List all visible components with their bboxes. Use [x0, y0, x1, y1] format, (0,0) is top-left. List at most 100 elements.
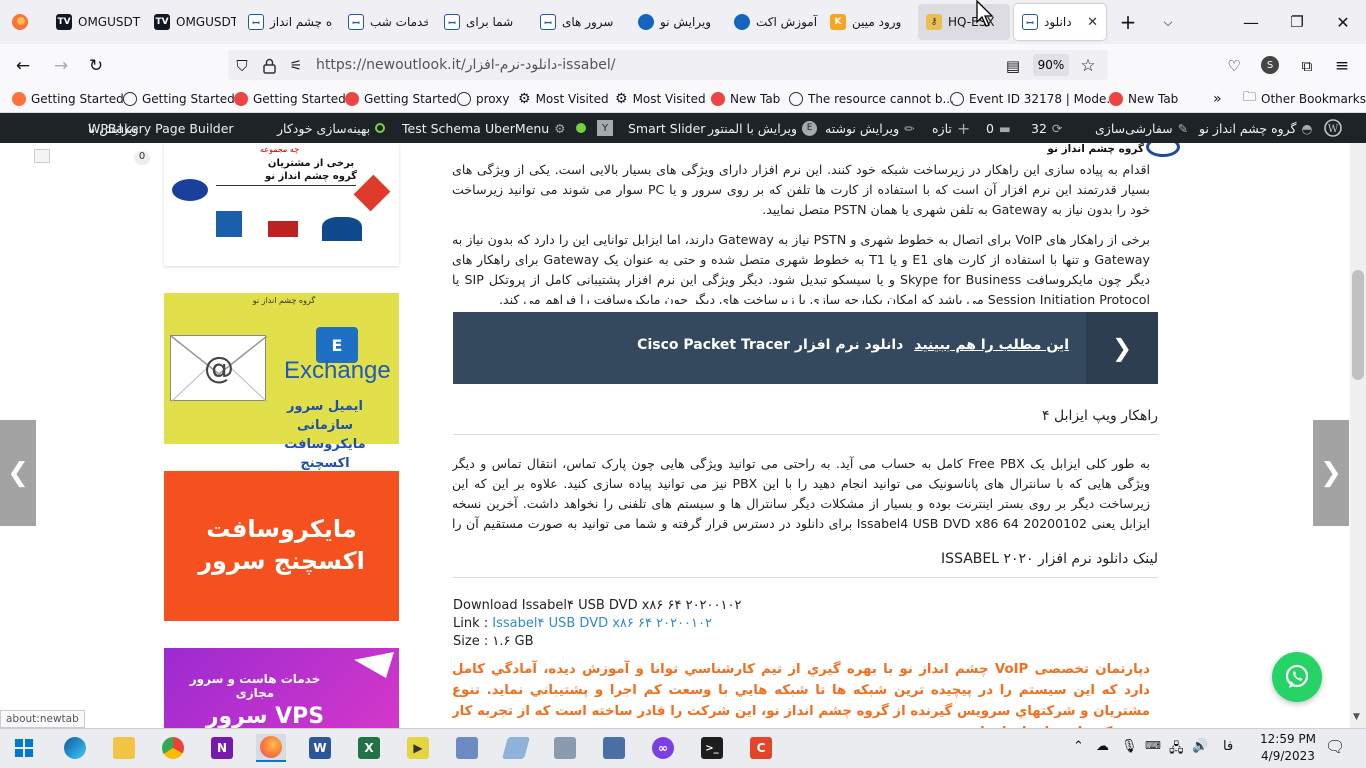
wp-elementor[interactable]: ویرایش با المنتور E	[708, 113, 818, 143]
file-explorer-icon[interactable]	[109, 734, 139, 762]
wp-new[interactable]: تازه +	[932, 113, 970, 143]
bookmark-11[interactable]: New Tab	[1109, 90, 1178, 108]
tab-11-active[interactable]: ꟷ دانلود ✕	[1014, 4, 1106, 40]
windows-start-icon[interactable]	[9, 734, 39, 762]
wp-test-schema[interactable]: Test Schema	[402, 113, 481, 143]
ime-icon[interactable]: ⌨	[1145, 739, 1161, 752]
tab-8[interactable]: آموزش اکت	[726, 4, 818, 40]
firefox-view-icon[interactable]	[9, 11, 31, 33]
back-icon[interactable]: ←	[12, 55, 34, 77]
microphone-icon[interactable]: 🎙	[1121, 739, 1138, 754]
reload-icon[interactable]: ↻	[85, 55, 107, 77]
edge-icon: ꟷ	[444, 14, 460, 30]
tab-title: ویرایش نو	[660, 15, 712, 29]
tab-6[interactable]: ꟷ سرور های	[532, 4, 622, 40]
whatsapp-button[interactable]	[1272, 652, 1322, 702]
word-icon[interactable]: W	[305, 734, 335, 762]
network-icon[interactable]: 🖧	[1169, 739, 1184, 761]
wp-smart-slider[interactable]: Smart Slider	[628, 113, 705, 143]
scroll-down-icon[interactable]: ▼	[1353, 712, 1360, 722]
see-also-link[interactable]: دانلود نرم افزار Cisco Packet Tracer	[637, 337, 903, 353]
tab-5[interactable]: ꟷ شما برای	[436, 4, 524, 40]
edge-icon[interactable]	[60, 734, 90, 762]
lock-icon[interactable]	[258, 55, 280, 77]
tray-chevron-icon[interactable]: ⌃	[1073, 739, 1084, 754]
account-avatar[interactable]: S	[1261, 56, 1279, 74]
new-tab-icon[interactable]: +	[1117, 10, 1139, 34]
language-indicator[interactable]: فا	[1223, 739, 1233, 754]
chrome-icon[interactable]	[158, 734, 188, 762]
download-link[interactable]: Issabel۴ USB DVD x۸۶ ۶۴ ۲۰۲۰۰۱۰۲	[492, 616, 712, 631]
other-bookmarks[interactable]: 🗀 Other Bookmarks	[1243, 90, 1366, 108]
tab-3[interactable]: ꟷ گروه چشم انداز	[240, 4, 332, 40]
wp-customize[interactable]: سفارشی‌سازی ✎	[1095, 113, 1188, 143]
network-tool-icon[interactable]	[452, 734, 482, 762]
next-slide-arrow[interactable]: ❯	[1313, 420, 1349, 526]
tab-list-chevron-icon[interactable]: ⌵	[1157, 11, 1179, 33]
bookmark-2[interactable]: Getting Started	[123, 90, 235, 108]
bookmark-6[interactable]: ⚙ Most Visited	[518, 90, 609, 108]
wp-seo-auto[interactable]: بهینه‌سازی خودکار	[277, 113, 386, 143]
wp-updates[interactable]: 32 ⟳	[1031, 113, 1062, 143]
clock[interactable]: 12:59 PM 4/9/2023	[1256, 731, 1320, 765]
terminal-icon[interactable]: >_	[697, 734, 727, 762]
pocket-icon[interactable]: ♡	[1223, 55, 1245, 77]
tab-10[interactable]: ⚷ HQ-ESX	[918, 4, 1010, 40]
bookmark-3[interactable]: Getting Started	[234, 90, 346, 108]
forward-icon[interactable]: →	[50, 55, 72, 77]
shield-icon[interactable]: ⛉	[231, 55, 253, 77]
bookmark-1[interactable]: Getting Started	[12, 90, 124, 108]
network-monitor-icon[interactable]	[599, 734, 629, 762]
wp-site-name[interactable]: گروه چشم انداز نو ◓	[1199, 113, 1312, 143]
more-bookmarks-chevron-icon[interactable]: »	[1213, 90, 1222, 108]
menu-icon[interactable]: ≡	[1331, 55, 1353, 77]
bookmark-5[interactable]: proxy	[457, 90, 509, 108]
red-app-icon[interactable]: C	[746, 734, 776, 762]
app-blue-icon[interactable]	[501, 734, 531, 762]
exchange-ad[interactable]: گروه چشم انداز نو @ E Exchange ایمیل سرو…	[164, 293, 399, 471]
exchange-server-ad[interactable]: مایکروسافت اکسچنج سرور	[164, 471, 399, 621]
restore-icon[interactable]: ❐	[1286, 11, 1308, 33]
see-also-box[interactable]: ❯ این مطلب را هم ببینید دانلود نرم افزار…	[453, 312, 1158, 384]
wp-edit-post[interactable]: ویرایش نوشته ✏	[825, 113, 915, 143]
bookmark-7[interactable]: ⚙ Most Visited	[615, 90, 706, 108]
page-scrollbar[interactable]: ▼	[1350, 143, 1366, 728]
reader-view-icon[interactable]: ▤	[1002, 55, 1024, 77]
vps-ad[interactable]: خدمات هاست و سرور مجازی VPS سرور مجازی	[164, 648, 399, 728]
close-window-icon[interactable]: ✕	[1332, 11, 1354, 33]
bookmark-star-icon[interactable]: ☆	[1077, 55, 1099, 77]
bookmark-9[interactable]: The resource cannot b...	[789, 90, 954, 108]
tab-1[interactable]: TV OMGUSDT	[48, 4, 143, 40]
minimize-icon[interactable]: —	[1240, 11, 1262, 33]
tab-2[interactable]: TV OMGUSDT	[146, 4, 236, 40]
scrollbar-thumb[interactable]	[1352, 270, 1364, 380]
permissions-icon[interactable]: ⚟	[285, 55, 307, 77]
close-tab-icon[interactable]: ✕	[1087, 15, 1098, 30]
media-player-icon[interactable]: ▶	[403, 734, 433, 762]
paint-icon[interactable]	[550, 734, 580, 762]
wp-seo-status[interactable]: Y	[576, 113, 613, 143]
tab-9[interactable]: K ورود میین	[822, 4, 914, 40]
bookmark-4[interactable]: Getting Started	[345, 90, 457, 108]
wp-ubermenu[interactable]: UberMenu ⚙	[485, 113, 565, 143]
bookmark-10[interactable]: Event ID 32178 | Mode...	[950, 90, 1118, 108]
extensions-icon[interactable]: ⧉	[1296, 55, 1318, 77]
onenote-icon[interactable]: N	[207, 734, 237, 762]
bookmark-8[interactable]: New Tab	[711, 90, 780, 108]
url-text[interactable]: https://newoutlook.it/دانلود-نرم-افزار-i…	[316, 57, 615, 73]
zoom-level-badge[interactable]: 90%	[1033, 54, 1069, 76]
firefox-icon[interactable]	[256, 734, 286, 762]
prev-slide-arrow[interactable]: ❮	[0, 420, 36, 526]
wp-comments[interactable]: 0 ▬	[986, 113, 1011, 143]
excel-icon[interactable]: X	[354, 734, 384, 762]
volume-icon[interactable]: 🔊	[1192, 739, 1208, 754]
wp-seo-label: بهینه‌سازی خودکار	[277, 120, 371, 136]
wordpress-logo-icon[interactable]: W	[1324, 113, 1342, 143]
tab-4[interactable]: ꟷ خدمات شب	[340, 4, 428, 40]
glasses-app-icon[interactable]: ∞	[648, 734, 678, 762]
wp-wpbakery-name[interactable]: WPBakery Page Builder	[88, 113, 234, 143]
onedrive-icon[interactable]: ☁	[1096, 739, 1109, 754]
tab-7[interactable]: ویرایش نو	[630, 4, 722, 40]
customers-ad[interactable]: برخی از مشتریان گروه چشم انداز نو چه مجمو…	[164, 143, 399, 266]
notifications-icon[interactable]: 🗨	[1325, 737, 1345, 756]
